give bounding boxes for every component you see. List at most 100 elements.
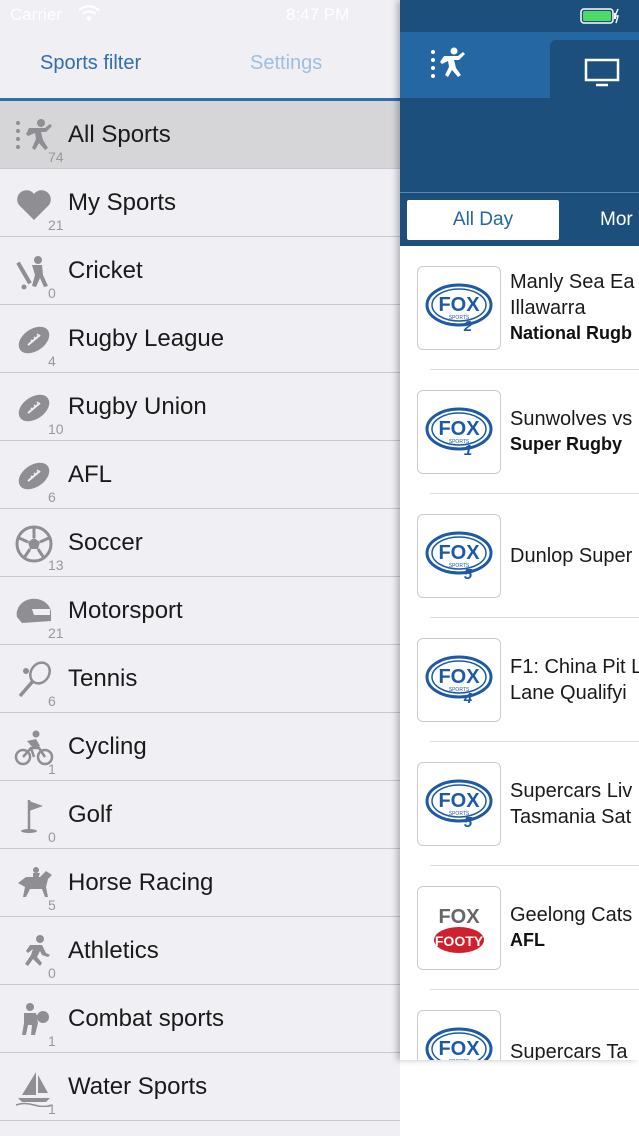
sport-count: 0 — [48, 965, 56, 981]
sport-count: 10 — [48, 421, 64, 437]
svg-text:1: 1 — [464, 442, 472, 459]
carrier-label: Carrier — [10, 5, 62, 24]
guide-tab-bar — [400, 32, 639, 100]
svg-text:FOX: FOX — [438, 666, 480, 688]
svg-text:FOX: FOX — [438, 418, 480, 440]
program-row[interactable]: FOX SPORTS 1 Sunwolves vs Super Rugby — [417, 370, 639, 494]
program-row[interactable]: FOX SPORTS 5 Supercars Liv Tasmania Sat — [417, 742, 639, 866]
program-title: Dunlop Super — [510, 545, 633, 567]
sport-item-golf[interactable]: Golf 0 — [0, 781, 400, 849]
program-title: Lane Qualifyi — [510, 682, 627, 704]
tv-icon — [584, 58, 620, 87]
program-title: Sunwolves vs — [510, 408, 633, 430]
time-filter-bar: All Day Mor — [400, 192, 639, 246]
sport-count: 21 — [48, 625, 64, 641]
sport-item-cycling[interactable]: Cycling 1 — [0, 713, 400, 781]
sport-item-all-sports[interactable]: All Sports 74 — [0, 101, 400, 169]
sport-name: Tennis — [68, 665, 138, 692]
program-title: Supercars Ta — [510, 1041, 628, 1060]
svg-text:2: 2 — [463, 318, 473, 335]
battery-icon — [580, 8, 619, 24]
sport-item-cricket[interactable]: Cricket 0 — [0, 237, 400, 305]
svg-text:FOX: FOX — [438, 790, 480, 812]
sport-count: 4 — [48, 353, 56, 369]
program-title: F1: China Pit L — [510, 656, 639, 678]
fox-sports-logo: FOX SPORTS — [417, 1010, 501, 1060]
sport-name: All Sports — [68, 121, 171, 148]
tab-tv-guide[interactable] — [550, 40, 639, 100]
sport-name: Rugby League — [68, 325, 225, 352]
svg-text:SPORTS: SPORTS — [449, 1059, 470, 1060]
sport-item-athletics[interactable]: Athletics 0 — [0, 917, 400, 985]
program-title: Geelong Cats — [510, 904, 633, 926]
program-row[interactable]: FOX SPORTS 4 F1: China Pit L Lane Qualify… — [417, 618, 639, 742]
program-title: Manly Sea Ea — [510, 271, 635, 293]
sports-filter-menu-icon[interactable] — [430, 46, 466, 80]
tv-guide-panel: All Day Mor FOX SPORTS 2 Manly Sea Ea Ill… — [400, 0, 639, 1060]
svg-text:FOX: FOX — [438, 906, 480, 928]
sport-count: 1 — [48, 761, 56, 777]
program-competition: Super Rugby — [510, 434, 623, 454]
program-row[interactable]: FOX SPORTS 5 Dunlop Super — [417, 494, 639, 618]
filter-morning-button[interactable]: Mor — [600, 200, 633, 240]
sport-count: 0 — [48, 829, 56, 845]
sport-count: 0 — [48, 285, 56, 301]
sport-item-motorsport[interactable]: Motorsport 21 — [0, 577, 400, 645]
program-competition: National Rugb — [510, 323, 632, 343]
sport-count: 6 — [48, 489, 56, 505]
sport-name: Soccer — [68, 529, 143, 556]
fox-sports-logo: FOX SPORTS 2 — [417, 266, 501, 350]
tab-settings[interactable]: Settings — [250, 52, 322, 75]
sport-item-combat-sports[interactable]: Combat sports 1 — [0, 985, 400, 1053]
sport-item-tennis[interactable]: Tennis 6 — [0, 645, 400, 713]
fox-sports-logo: FOX SPORTS 5 — [417, 762, 501, 846]
sport-count: 74 — [48, 149, 64, 165]
program-row[interactable]: FOX SPORTS 2 Manly Sea Ea Illawarra Nation… — [417, 246, 639, 370]
sport-item-my-sports[interactable]: My Sports 21 — [0, 169, 400, 237]
guide-header — [400, 0, 639, 192]
svg-text:4: 4 — [463, 690, 473, 707]
sport-count: 1 — [48, 1033, 56, 1049]
sport-name: Cricket — [68, 257, 143, 284]
sport-item-afl[interactable]: AFL 6 — [0, 441, 400, 509]
sport-item-water-sports[interactable]: Water Sports 1 — [0, 1053, 400, 1121]
svg-text:FOOTY: FOOTY — [435, 933, 484, 949]
fox-footy-logo: FOX FOOTY — [417, 886, 501, 970]
program-row[interactable]: FOX FOOTY Geelong Cats AFL — [417, 866, 639, 990]
clock: 8:47 PM — [286, 5, 350, 24]
tab-sports-filter[interactable]: Sports filter — [40, 52, 141, 75]
sport-item-rugby-union[interactable]: Rugby Union 10 — [0, 373, 400, 441]
sport-name: Athletics — [68, 937, 159, 964]
sport-item-soccer[interactable]: Soccer 13 — [0, 509, 400, 577]
sport-name: Combat sports — [68, 1005, 225, 1032]
sport-count: 21 — [48, 217, 64, 233]
sport-name: Golf — [68, 801, 113, 828]
sport-name: Cycling — [68, 733, 147, 760]
svg-text:FOX: FOX — [438, 294, 480, 316]
svg-text:5: 5 — [464, 566, 473, 583]
drawer-tab-bar: Sports filter Settings — [0, 32, 400, 100]
sport-name: AFL — [68, 461, 113, 488]
sport-name: Water Sports — [68, 1073, 208, 1100]
fox-sports-logo: FOX SPORTS 4 — [417, 638, 501, 722]
program-row[interactable]: FOX SPORTS Supercars Ta — [417, 990, 639, 1060]
wifi-icon — [78, 5, 100, 21]
sport-item-horse-racing[interactable]: Horse Racing 5 — [0, 849, 400, 917]
filter-all-day-button[interactable]: All Day — [407, 200, 559, 240]
program-title: Supercars Liv — [510, 780, 633, 802]
sport-item-rugby-league[interactable]: Rugby League 4 — [0, 305, 400, 373]
program-title: Illawarra — [510, 297, 586, 319]
sports-filter-drawer: Carrier 8:47 PM Sports filter Settings A… — [0, 0, 400, 1136]
sport-count: 1 — [48, 1101, 56, 1117]
program-competition: AFL — [510, 930, 545, 950]
svg-text:5: 5 — [464, 814, 473, 831]
sport-name: My Sports — [68, 189, 177, 216]
svg-text:FOX: FOX — [438, 1038, 480, 1060]
fox-sports-logo: FOX SPORTS 5 — [417, 514, 501, 598]
sport-count: 13 — [48, 557, 64, 573]
sport-count: 5 — [48, 897, 56, 913]
status-bar: Carrier 8:47 PM — [0, 0, 400, 32]
svg-text:FOX: FOX — [438, 542, 480, 564]
program-title: Tasmania Sat — [510, 806, 632, 828]
fox-sports-logo: FOX SPORTS 1 — [417, 390, 501, 474]
